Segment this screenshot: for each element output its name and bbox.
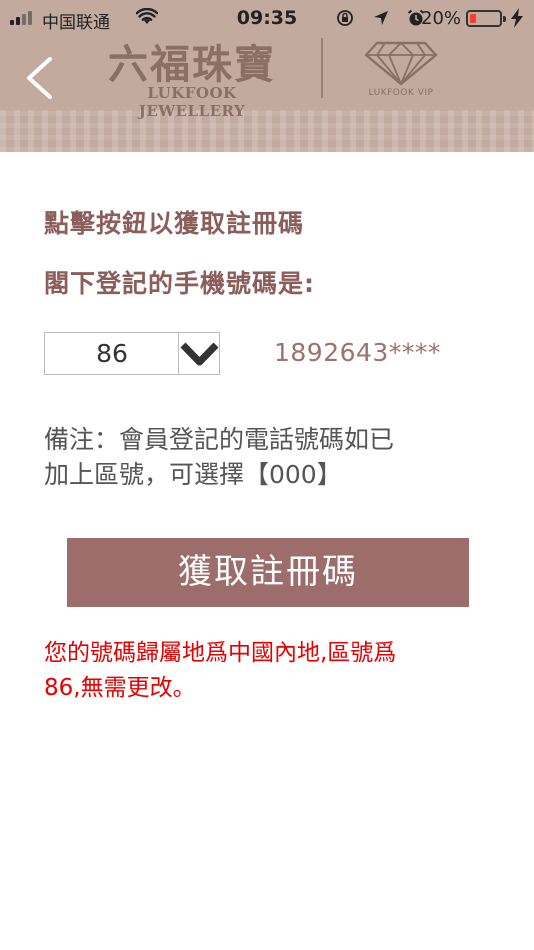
region-message-line: 您的號碼歸屬地爲中國內地,區號爲	[44, 640, 397, 666]
battery-icon	[466, 10, 506, 27]
chevron-down-icon[interactable]	[179, 333, 220, 374]
rotation-lock-icon	[337, 10, 353, 26]
note-line: 加上區號，可選擇【000】	[44, 460, 342, 489]
location-icon	[374, 11, 389, 25]
logo-divider	[321, 38, 323, 98]
vip-label: LUKFOOK VIP	[368, 88, 434, 98]
brand-logo-chinese: 六福珠寶	[108, 41, 276, 88]
charging-bolt-icon	[511, 8, 523, 28]
diamond-icon	[364, 41, 438, 86]
country-code-select[interactable]: 86	[44, 332, 220, 375]
back-button[interactable]	[20, 56, 60, 100]
chevron-left-icon	[27, 57, 52, 99]
app-header: 中国联通 09:35 20% 六福珠寶 LUKFOOK JEWELLERY LU…	[0, 0, 534, 152]
phone-number: 1892643****	[274, 338, 441, 367]
note-text: 備注：會員登記的電話號碼如已 加上區號，可選擇【000】	[44, 422, 494, 492]
phone-label: 閣下登記的手機號碼是:	[44, 269, 315, 298]
region-message-line: 86,無需更改。	[44, 675, 196, 701]
battery-percent: 20%	[421, 8, 462, 29]
status-icons	[336, 8, 425, 28]
region-message: 您的號碼歸屬地爲中國內地,區號爲 86,無需更改。	[44, 636, 504, 706]
brand-logo-english: LUKFOOK JEWELLERY	[138, 84, 246, 120]
note-line: 備注：會員登記的電話號碼如已	[44, 425, 395, 454]
get-registration-code-button[interactable]: 獲取註冊碼	[67, 538, 469, 607]
instruction-text: 點擊按鈕以獲取註冊碼	[44, 209, 305, 238]
country-code-value: 86	[96, 339, 128, 368]
status-bar: 中国联通 09:35 20%	[0, 0, 534, 36]
